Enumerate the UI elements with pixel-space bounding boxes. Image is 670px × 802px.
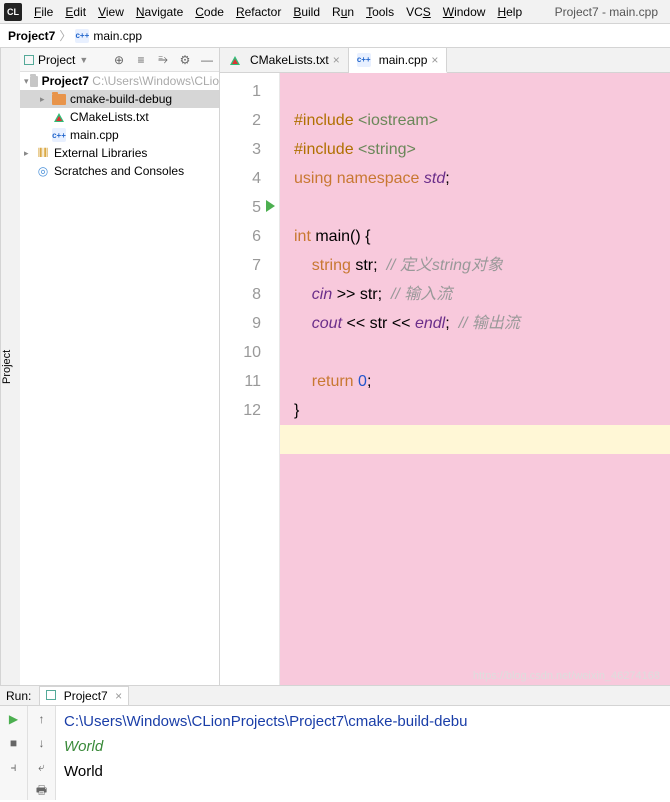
close-icon[interactable]: × xyxy=(431,53,438,67)
menu-window[interactable]: Window xyxy=(437,3,492,21)
cpp-file-icon: c++ xyxy=(75,29,89,43)
gear-icon[interactable]: ⚙ xyxy=(177,52,193,68)
breadcrumb-file[interactable]: main.cpp xyxy=(93,29,142,43)
chevron-down-icon: ▼ xyxy=(79,55,88,65)
menu-tools[interactable]: Tools xyxy=(360,3,400,21)
run-panel-label: Run: xyxy=(6,689,31,703)
menu-edit[interactable]: Edit xyxy=(59,3,92,21)
stop-icon[interactable]: ■ xyxy=(5,734,23,752)
hide-icon[interactable]: — xyxy=(199,52,215,68)
run-console[interactable]: C:\Users\Windows\CLionProjects\Project7\… xyxy=(56,706,670,800)
menu-navigate[interactable]: Navigate xyxy=(130,3,189,21)
menu-refactor[interactable]: Refactor xyxy=(230,3,287,21)
menu-view[interactable]: View xyxy=(92,3,130,21)
up-icon[interactable]: ↑ xyxy=(33,710,51,728)
menu-help[interactable]: Help xyxy=(491,3,528,21)
run-tab-project[interactable]: Project7 × xyxy=(39,686,129,705)
tree-cmake-file[interactable]: CMakeLists.txt xyxy=(20,108,219,126)
run-config-icon xyxy=(46,690,56,700)
tree-external-libs[interactable]: ▸ ⦀⦀ External Libraries xyxy=(20,144,219,162)
cpp-file-icon: c++ xyxy=(357,53,371,67)
project-view-icon xyxy=(24,55,34,65)
menu-code[interactable]: Code xyxy=(189,3,230,21)
watermark: https://blog.csdn.net/weixin_46274168 xyxy=(473,670,660,682)
chevron-right-icon: ▸ xyxy=(24,148,36,159)
code-editor[interactable]: 1 2 3 4 5 6 7 8 9 10 11 12 #include <ios… xyxy=(220,73,670,685)
tab-cmakelists[interactable]: CMakeLists.txt × xyxy=(220,48,349,72)
print-icon[interactable]: 🖶 xyxy=(33,782,51,800)
menu-vcs[interactable]: VCS xyxy=(400,3,437,21)
expand-icon[interactable]: ≡ xyxy=(133,52,149,68)
line-gutter: 1 2 3 4 5 6 7 8 9 10 11 12 xyxy=(220,73,280,685)
breadcrumb-separator-icon: 〉 xyxy=(59,27,71,44)
chevron-right-icon: ▸ xyxy=(40,94,52,105)
cmake-file-icon xyxy=(52,110,66,124)
tab-main-cpp[interactable]: c++ main.cpp × xyxy=(349,48,448,73)
rerun-icon[interactable]: ▶ xyxy=(5,710,23,728)
layout-icon[interactable]: ⫞ xyxy=(5,758,23,776)
wrap-icon[interactable]: ⤶ xyxy=(33,758,51,776)
down-icon[interactable]: ↓ xyxy=(33,734,51,752)
menu-file[interactable]: File xyxy=(28,3,59,21)
tree-project-root[interactable]: ▾ Project7 C:\Users\Windows\CLio xyxy=(20,72,219,90)
scratches-icon: ◎ xyxy=(36,164,50,178)
menu-build[interactable]: Build xyxy=(287,3,326,21)
library-icon: ⦀⦀ xyxy=(36,146,50,160)
collapse-icon[interactable]: ⥱ xyxy=(155,52,171,68)
tree-scratches[interactable]: ◎ Scratches and Consoles xyxy=(20,162,219,180)
menu-run[interactable]: Run xyxy=(326,3,360,21)
nav-header-label[interactable]: Project ▼ xyxy=(24,53,88,67)
locate-icon[interactable]: ⊕ xyxy=(111,52,127,68)
run-gutter-icon[interactable] xyxy=(266,200,275,212)
close-icon[interactable]: × xyxy=(115,689,122,703)
close-icon[interactable]: × xyxy=(333,53,340,67)
window-title: Project7 - main.cpp xyxy=(555,5,658,19)
cpp-file-icon: c++ xyxy=(52,128,66,142)
tree-main-file[interactable]: c++ main.cpp xyxy=(20,126,219,144)
project-tool-tab[interactable]: Project xyxy=(0,48,20,685)
tree-build-dir[interactable]: ▸ cmake-build-debug xyxy=(20,90,219,108)
breadcrumb-project[interactable]: Project7 xyxy=(8,29,55,43)
breadcrumb: Project7 〉 c++ main.cpp xyxy=(0,24,670,48)
folder-icon xyxy=(52,94,66,105)
folder-icon xyxy=(30,76,37,87)
app-icon: CL xyxy=(4,3,22,21)
cmake-file-icon xyxy=(228,53,242,67)
